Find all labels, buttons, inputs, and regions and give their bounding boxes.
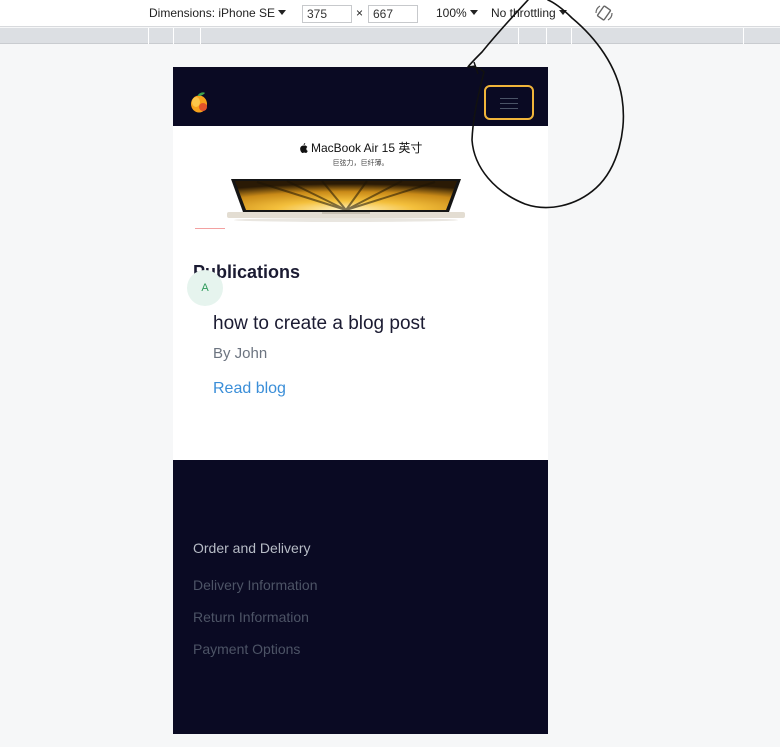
zoom-dropdown[interactable]: 100% bbox=[436, 6, 478, 20]
dimensions-label: Dimensions: iPhone SE bbox=[149, 6, 276, 20]
height-input[interactable] bbox=[368, 5, 418, 23]
throttling-label: No throttling bbox=[491, 6, 556, 20]
media-query-ruler[interactable] bbox=[0, 28, 780, 44]
footer-link-delivery[interactable]: Delivery Information bbox=[193, 577, 318, 593]
times-sign: × bbox=[356, 6, 364, 20]
top-navbar bbox=[173, 67, 548, 126]
rotate-icon[interactable] bbox=[594, 4, 614, 22]
throttling-dropdown[interactable]: No throttling bbox=[491, 6, 567, 20]
footer-link-payment[interactable]: Payment Options bbox=[193, 641, 300, 657]
chevron-down-icon bbox=[278, 10, 287, 15]
hamburger-line bbox=[500, 103, 518, 104]
macbook-banner[interactable]: MacBook Air 15 英寸 巨弦力，巨纤薄。 bbox=[173, 126, 548, 246]
footer-link-return[interactable]: Return Information bbox=[193, 609, 309, 625]
banner-title-text: MacBook Air 15 英寸 bbox=[310, 141, 423, 155]
hamburger-menu-button[interactable] bbox=[484, 85, 534, 120]
chevron-down-icon bbox=[469, 10, 478, 15]
hamburger-line bbox=[500, 108, 518, 109]
hamburger-line bbox=[500, 98, 518, 99]
footer-heading: Order and Delivery bbox=[193, 540, 311, 556]
blog-author: By John bbox=[213, 345, 268, 362]
banner-divider bbox=[195, 228, 225, 229]
zoom-label: 100% bbox=[436, 6, 467, 20]
banner-subtitle: 巨弦力，巨纤薄。 bbox=[332, 160, 389, 167]
site-footer: Order and Delivery Delivery Information … bbox=[173, 460, 548, 734]
dimensions-dropdown[interactable]: Dimensions: iPhone SE bbox=[149, 6, 287, 20]
mango-logo-icon[interactable] bbox=[189, 91, 209, 113]
author-avatar: A bbox=[187, 270, 223, 306]
width-input[interactable] bbox=[302, 5, 352, 23]
chevron-down-icon bbox=[558, 10, 567, 15]
banner-title: MacBook Air 15 英寸 bbox=[173, 139, 548, 156]
read-blog-link[interactable]: Read blog bbox=[213, 380, 286, 398]
apple-logo-icon bbox=[299, 143, 308, 153]
device-viewport: MacBook Air 15 英寸 巨弦力，巨纤薄。 Publications … bbox=[173, 67, 548, 734]
device-toolbar: Dimensions: iPhone SE × 100% No throttli… bbox=[0, 0, 780, 27]
blog-title: how to create a blog post bbox=[213, 313, 426, 334]
macbook-image bbox=[227, 179, 465, 222]
